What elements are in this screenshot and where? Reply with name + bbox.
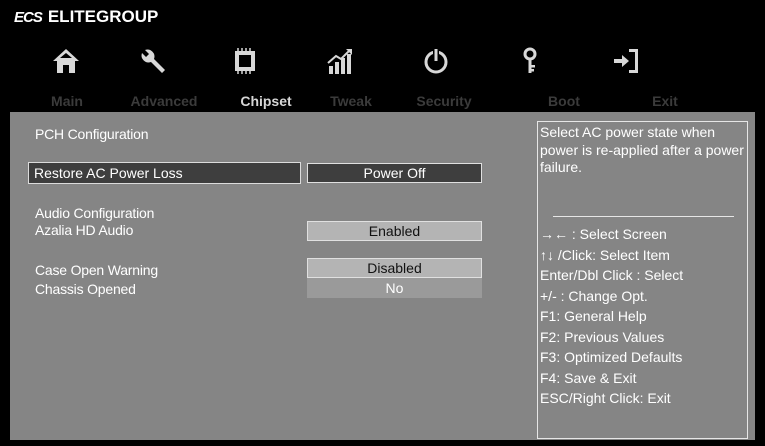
tab-exit[interactable]: Exit bbox=[645, 90, 685, 112]
power-icon[interactable] bbox=[418, 44, 454, 78]
ecs-logo: ECS bbox=[14, 8, 43, 26]
brand: ECS ELITEGROUP bbox=[14, 6, 158, 28]
exit-icon[interactable] bbox=[608, 44, 644, 78]
key-esc-exit: ESC/Right Click: Exit bbox=[540, 390, 671, 406]
key-legend: →← : Select Screen ↑↓ /Click: Select Ite… bbox=[540, 224, 746, 409]
azalia-value[interactable]: Enabled bbox=[307, 221, 482, 241]
key-enter-select: Enter/Dbl Click : Select bbox=[540, 267, 684, 283]
bios-screen: ECS ELITEGROUP Main Advanced Chipset Twe… bbox=[0, 0, 765, 446]
header-bar: ECS ELITEGROUP bbox=[0, 0, 765, 90]
tab-security[interactable]: Security bbox=[404, 90, 484, 112]
chassis-value: No bbox=[307, 278, 482, 298]
tab-main[interactable]: Main bbox=[44, 90, 90, 112]
restore-ac-row[interactable]: Restore AC Power Loss bbox=[28, 162, 301, 184]
restore-ac-label: Restore AC Power Loss bbox=[34, 165, 183, 181]
section-title: PCH Configuration bbox=[35, 126, 149, 142]
key-icon[interactable] bbox=[512, 44, 548, 78]
azalia-label: Azalia HD Audio bbox=[35, 222, 134, 238]
key-f4-save-exit: F4: Save & Exit bbox=[540, 369, 637, 386]
tab-advanced[interactable]: Advanced bbox=[124, 90, 204, 112]
help-divider bbox=[553, 216, 734, 217]
audio-config-heading: Audio Configuration bbox=[35, 205, 155, 221]
tab-boot[interactable]: Boot bbox=[542, 90, 586, 112]
help-pane: Select AC power state when power is re-a… bbox=[537, 121, 748, 439]
chart-icon[interactable] bbox=[323, 44, 359, 78]
chassis-label: Chassis Opened bbox=[35, 281, 136, 297]
settings-pane: PCH Configuration Restore AC Power Loss … bbox=[10, 112, 530, 440]
key-f2-previous: F2: Previous Values bbox=[540, 328, 665, 345]
chip-icon[interactable] bbox=[227, 44, 263, 78]
key-f1-help: F1: General Help bbox=[540, 308, 647, 324]
help-text: Select AC power state when power is re-a… bbox=[540, 124, 744, 175]
restore-ac-value[interactable]: Power Off bbox=[307, 163, 482, 183]
key-change-opt: +/- : Change Opt. bbox=[540, 287, 648, 304]
wrench-icon[interactable] bbox=[136, 44, 172, 78]
main-panel: PCH Configuration Restore AC Power Loss … bbox=[10, 112, 755, 440]
case-open-value[interactable]: Disabled bbox=[307, 258, 482, 278]
tab-bar: Main Advanced Chipset Tweak Security Boo… bbox=[0, 90, 765, 112]
key-select-item: ↑↓ /Click: Select Item bbox=[540, 246, 670, 263]
tab-chipset[interactable]: Chipset bbox=[231, 90, 301, 112]
tab-tweak[interactable]: Tweak bbox=[321, 90, 381, 112]
key-f3-defaults: F3: Optimized Defaults bbox=[540, 349, 683, 365]
home-icon[interactable] bbox=[48, 44, 84, 78]
case-open-label: Case Open Warning bbox=[35, 262, 158, 278]
key-select-screen: →← : Select Screen bbox=[540, 226, 667, 242]
brand-name: ELITEGROUP bbox=[47, 7, 159, 26]
